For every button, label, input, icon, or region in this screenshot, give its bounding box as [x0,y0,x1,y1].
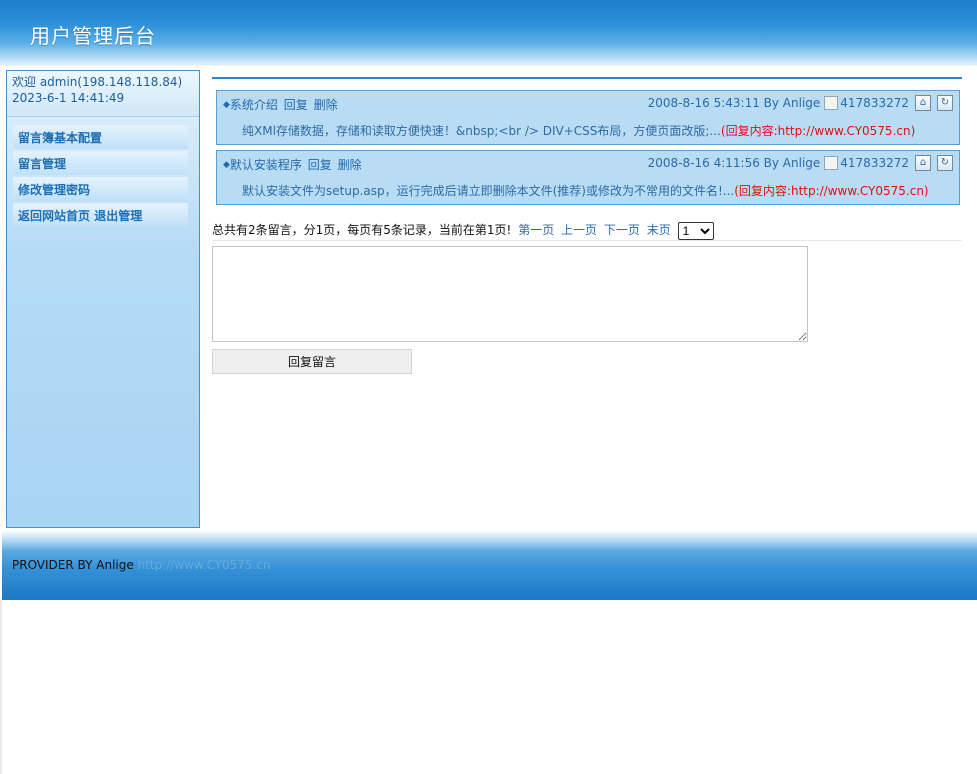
qq-number: 417833272 [840,156,909,170]
left-edge-rule [0,600,2,774]
message-header: ◆默认安装程序 回复 删除 [223,156,362,173]
homepage-icon[interactable]: ⌂ [915,95,931,111]
message-header: ◆系统介绍 回复 删除 [223,96,338,113]
qq-image-icon [824,96,839,110]
logout-link[interactable]: 退出管理 [94,209,142,223]
message-item: ◆默认安装程序 回复 删除 2008-8-16 4:11:56 By Anlig… [216,150,960,205]
sidebar-item-change-password[interactable]: 修改管理密码 [13,177,188,201]
delete-link[interactable]: 删除 [314,98,338,112]
page-title: 用户管理后台 [30,24,156,48]
message-reply: (回复内容:http://www.CY0575.cn) [720,124,916,138]
qq-image-icon [824,156,839,170]
message-date-author: 2008-8-16 4:11:56 By Anlige [647,156,821,170]
welcome-box: 欢迎 admin(198.148.118.84) 2023-6-1 14:41:… [7,71,199,117]
footer-provider: PROVIDER BY Anlige [12,558,134,572]
reply-submit-button[interactable]: 回复留言 [212,349,412,374]
message-title: 系统介绍 [229,98,278,112]
qq-number: 417833272 [840,96,909,110]
message-body: 默认安装文件为setup.asp，运行完成后请立即删除本文件(推荐)或修改为不常… [242,182,929,199]
last-page-link[interactable]: 末页 [647,223,671,237]
sidebar-menu: 留言簿基本配置 留言管理 修改管理密码 返回网站首页 退出管理 [13,125,188,229]
page-select[interactable]: 1 [677,221,714,240]
next-page-link[interactable]: 下一页 [604,223,640,237]
message-meta: 2008-8-16 4:11:56 By Anlige 417833272 ⌂ … [648,155,953,171]
homepage-icon[interactable]: ⌂ [915,155,931,171]
page-header: 用户管理后台 [0,0,977,66]
reply-textarea[interactable] [212,246,808,342]
sidebar-item-message-manage[interactable]: 留言管理 [13,151,188,175]
refresh-icon[interactable]: ↻ [937,95,953,111]
message-content: 纯XMl存储数据，存储和读取方便快速！&nbsp;<br /> DIV+CSS布… [242,124,721,138]
reply-link[interactable]: 回复 [284,98,308,112]
page-footer: PROVIDER BY Anlige http://www.CY0575.cn [2,530,977,600]
sidebar: 欢迎 admin(198.148.118.84) 2023-6-1 14:41:… [6,70,200,528]
footer-link[interactable]: http://www.CY0575.cn [138,558,271,572]
message-item: ◆系统介绍 回复 删除 2008-8-16 5:43:11 By Anlige … [216,90,960,145]
prev-page-link[interactable]: 上一页 [561,223,597,237]
footer-text: PROVIDER BY Anlige http://www.CY0575.cn [12,558,271,572]
bullet-icon: ◆ [223,160,230,170]
first-page-link[interactable]: 第一页 [518,223,554,237]
bullet-icon: ◆ [223,100,230,110]
sidebar-item-links: 返回网站首页 退出管理 [13,203,188,227]
message-body: 纯XMl存储数据，存储和读取方便快速！&nbsp;<br /> DIV+CSS布… [242,122,915,139]
pagination: 总共有2条留言，分1页，每页有5条记录，当前在第1页! 第一页 上一页 下一页 … [212,221,962,241]
message-meta: 2008-8-16 5:43:11 By Anlige 417833272 ⌂ … [648,95,953,111]
message-content: 默认安装文件为setup.asp，运行完成后请立即删除本文件(推荐)或修改为不常… [242,184,735,198]
welcome-user: 欢迎 admin(198.148.118.84) [12,75,183,89]
sidebar-item-basic-config[interactable]: 留言簿基本配置 [13,125,188,149]
return-home-link[interactable]: 返回网站首页 [18,209,90,223]
message-date-author: 2008-8-16 5:43:11 By Anlige [647,96,821,110]
delete-link[interactable]: 删除 [338,158,362,172]
message-reply: (回复内容:http://www.CY0575.cn) [734,184,929,198]
message-title: 默认安装程序 [229,158,302,172]
pagination-summary: 总共有2条留言，分1页，每页有5条记录，当前在第1页! [212,223,512,237]
top-divider [212,77,962,79]
welcome-time: 2023-6-1 14:41:49 [12,91,125,105]
refresh-icon[interactable]: ↻ [937,155,953,171]
reply-link[interactable]: 回复 [308,158,332,172]
